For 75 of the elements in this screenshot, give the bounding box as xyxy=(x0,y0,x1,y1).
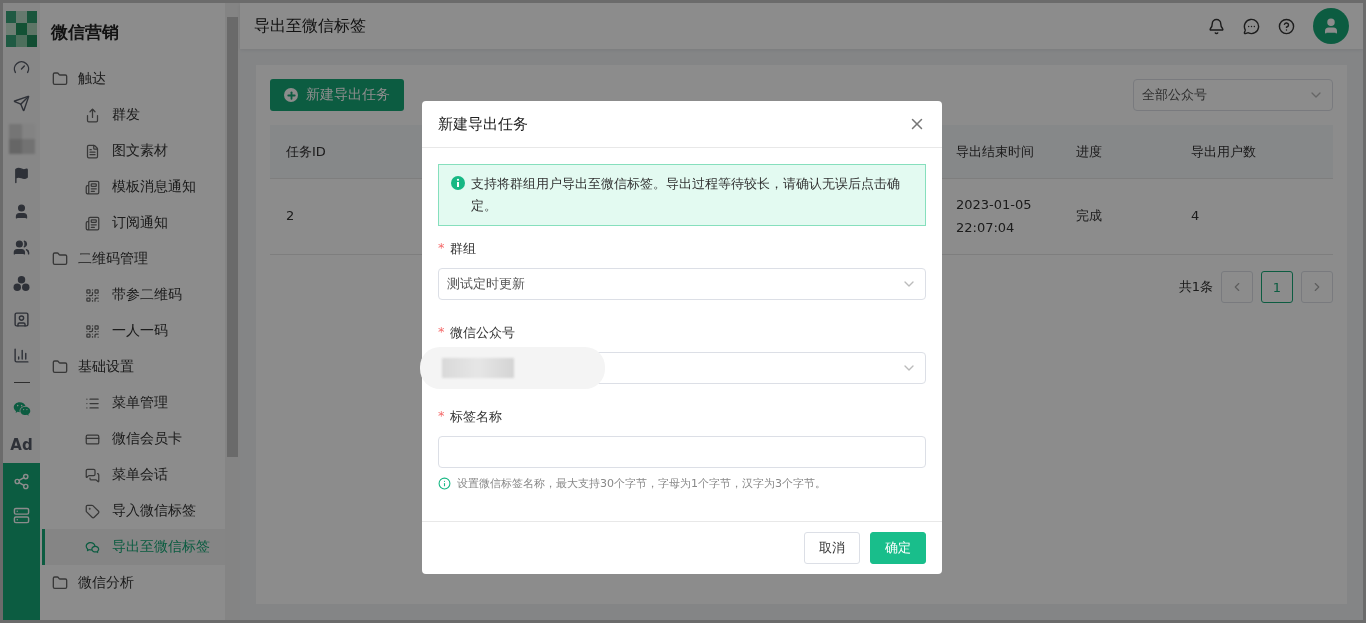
send-icon[interactable] xyxy=(13,94,30,112)
folder-icon xyxy=(52,71,68,87)
message-icon xyxy=(85,179,100,195)
bar-chart-icon[interactable] xyxy=(13,346,30,364)
bell-icon[interactable] xyxy=(1208,17,1225,35)
column-header: 进度 xyxy=(1060,125,1175,179)
circles-icon[interactable] xyxy=(13,274,30,292)
redacted-icon xyxy=(8,124,35,154)
menu-item[interactable]: 导入微信标签 xyxy=(42,493,225,529)
menu-item[interactable]: 一人一码 xyxy=(42,313,225,349)
menu-group[interactable]: 二维码管理 xyxy=(40,241,225,277)
total-count: 共1条 xyxy=(1178,278,1213,296)
chat-icon[interactable] xyxy=(1243,17,1260,35)
list-icon xyxy=(85,395,100,411)
field-label: 标签名称 xyxy=(449,408,502,427)
menu-item[interactable]: 群发 xyxy=(42,97,225,133)
user-icon[interactable] xyxy=(13,202,30,220)
menu-group[interactable]: 基础设置 xyxy=(40,349,225,385)
server-icon[interactable] xyxy=(13,507,30,524)
info-icon xyxy=(451,176,465,190)
group-select[interactable]: 测试定时更新 xyxy=(438,268,926,301)
plus-icon xyxy=(284,88,298,102)
users-icon[interactable] xyxy=(13,238,30,256)
table-cell-text: 4 xyxy=(1191,207,1200,226)
info-icon xyxy=(438,477,451,491)
scrollbar[interactable] xyxy=(225,3,240,620)
hint-text: 设置微信标签名称，最大支持30个字节，字母为1个字节，汉字为3个字节。 xyxy=(457,476,826,492)
flag-icon[interactable] xyxy=(13,166,30,184)
qr-code-icon xyxy=(85,287,100,303)
folder-icon xyxy=(52,359,68,375)
input-field[interactable] xyxy=(438,436,926,469)
cancel-button[interactable]: 取消 xyxy=(804,532,860,565)
column-header: 导出结束时间 xyxy=(940,125,1060,179)
qr-code-icon xyxy=(85,323,100,339)
required-mark: * xyxy=(438,408,445,426)
notice-text: 支持将群组用户导出至微信标签。导出过程等待较长，请确认无误后点击确定。 xyxy=(471,175,901,216)
required-mark: * xyxy=(438,240,445,258)
field-label: 群组 xyxy=(449,240,476,259)
folder-icon xyxy=(52,251,68,267)
menu-item[interactable]: 图文素材 xyxy=(42,133,225,169)
dialog-title: 新建导出任务 xyxy=(438,114,528,134)
menu-item[interactable]: 微信会员卡 xyxy=(42,421,225,457)
required-mark: * xyxy=(438,324,445,342)
table-cell: 2 xyxy=(270,179,400,255)
chat-bubbles-icon xyxy=(85,539,100,555)
menu-item[interactable]: 带参二维码 xyxy=(42,277,225,313)
card-icon xyxy=(85,431,100,447)
message-icon xyxy=(85,215,100,231)
page-title: 导出至微信标签 xyxy=(254,15,367,37)
help-icon[interactable] xyxy=(1278,17,1295,35)
chat-icon xyxy=(85,467,100,483)
menu-item[interactable]: 订阅通知 xyxy=(42,205,225,241)
network-icon[interactable] xyxy=(13,472,30,490)
menu-item[interactable]: 菜单会话 xyxy=(42,457,225,493)
app-title: 微信营销 xyxy=(50,20,120,44)
menu-item[interactable]: 菜单管理 xyxy=(42,385,225,421)
avatar[interactable] xyxy=(1313,8,1349,44)
column-header: 导出用户数 xyxy=(1175,125,1333,179)
contact-card-icon[interactable] xyxy=(13,310,30,328)
rail-item[interactable]: Ad xyxy=(3,427,40,463)
field-label: 微信公众号 xyxy=(449,324,515,343)
account-select[interactable]: 全部公众号 xyxy=(1133,79,1333,111)
upload-icon xyxy=(85,107,100,123)
table-cell-text: 完成 xyxy=(1076,207,1102,226)
rail-item[interactable] xyxy=(3,463,40,499)
folder-icon xyxy=(52,575,68,591)
tag-icon xyxy=(85,503,100,519)
gauge-icon[interactable] xyxy=(13,58,30,76)
menu-group[interactable]: 微信分析 xyxy=(40,565,225,601)
menu-group[interactable]: 触达 xyxy=(40,61,225,97)
menu-item[interactable]: 模板消息通知 xyxy=(42,169,225,205)
document-icon xyxy=(85,143,100,159)
chat-bubbles-icon[interactable] xyxy=(12,400,31,418)
column-header: 任务ID xyxy=(270,125,400,179)
table-cell-text: 2023-01-05 22:07:04 xyxy=(956,196,1033,237)
